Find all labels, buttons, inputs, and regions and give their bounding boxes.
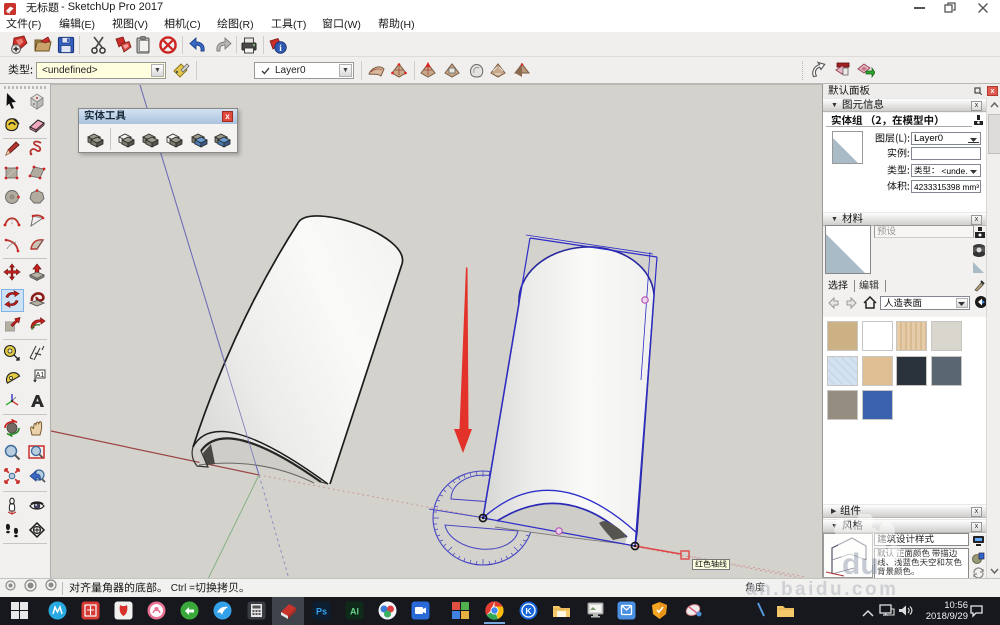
svg-text:A1: A1	[36, 372, 45, 379]
svg-text:K: K	[525, 606, 532, 616]
svg-text:Al: Al	[350, 607, 359, 617]
svg-text:Ps: Ps	[316, 607, 327, 617]
